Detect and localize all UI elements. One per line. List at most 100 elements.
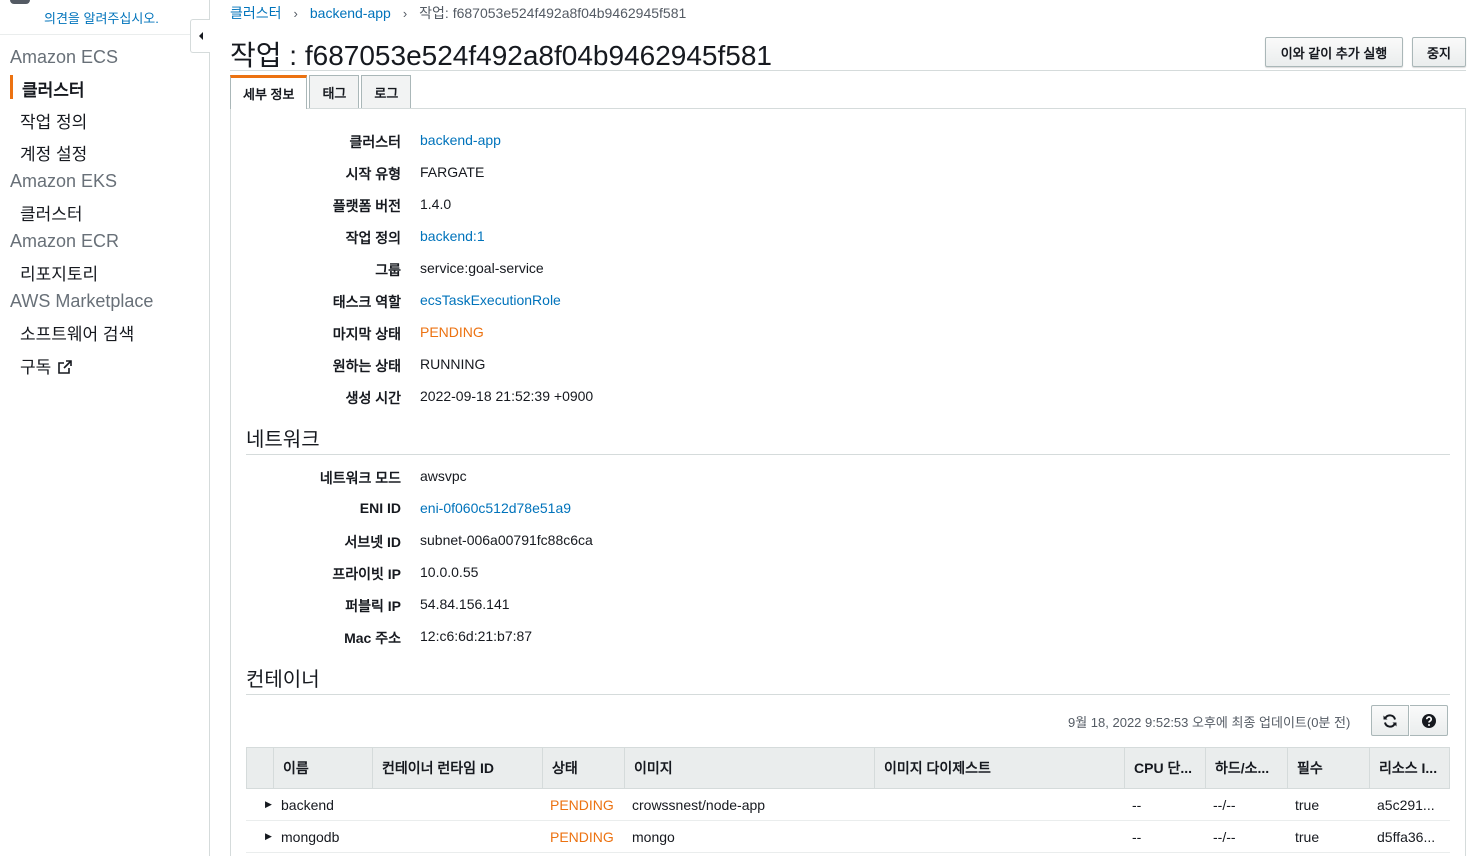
detail-label-cluster: 클러스터	[349, 134, 401, 150]
table-row: ▶ backend PENDING crowssnest/node-app --…	[246, 789, 1450, 821]
help-icon	[1421, 713, 1436, 728]
network-label-eni-id: ENI ID	[359, 500, 401, 516]
page-title: 작업 : f687053e524f492a8f04b9462945f581	[230, 40, 772, 71]
breadcrumb: 클러스터 › backend-app › 작업: f687053e524f492…	[230, 3, 686, 23]
help-button[interactable]	[1410, 705, 1448, 736]
refresh-icon	[1383, 713, 1397, 728]
sidebar-item-task-definitions[interactable]: 작업 정의	[20, 108, 87, 133]
nav-section-ecr: Amazon ECR	[10, 231, 120, 251]
sidebar-item-discover-software[interactable]: 소프트웨어 검색	[20, 320, 134, 345]
table-header: 이름 컨테이너 런타임 ID 상태 이미지 이미지 다이제스트 CPU 단...…	[246, 747, 1450, 789]
caret-right-icon: ▶	[265, 799, 272, 809]
caret-right-icon: ▶	[265, 831, 272, 841]
breadcrumb-backend-app[interactable]: backend-app	[310, 5, 391, 21]
cell-name: mongodb	[281, 828, 340, 845]
column-header-image-digest[interactable]: 이미지 다이제스트	[874, 748, 1124, 788]
feedback-link[interactable]: 의견을 알려주십시오.	[44, 8, 159, 27]
external-link-icon	[57, 359, 73, 380]
column-header-resource-id[interactable]: 리소스 I...	[1369, 748, 1449, 788]
detail-label-platform-version: 플랫폼 버전	[332, 198, 401, 214]
sidebar-divider	[0, 34, 209, 35]
network-label-subnet-id: 서브넷 ID	[344, 534, 401, 550]
column-header-runtime-id[interactable]: 컨테이너 런타임 ID	[372, 748, 542, 788]
column-header-essential[interactable]: 필수	[1287, 748, 1369, 788]
detail-label-last-status: 마지막 상태	[332, 326, 401, 342]
tab-logs[interactable]: 로그	[361, 75, 412, 108]
network-value-private-ip: 10.0.0.55	[420, 564, 479, 580]
containers-section-title: 컨테이너	[246, 669, 320, 691]
cell-cpu: --	[1132, 796, 1142, 813]
expand-row-button[interactable]: ▶	[246, 821, 272, 852]
column-header-image[interactable]: 이미지	[624, 748, 874, 788]
collapse-sidebar-button[interactable]	[190, 19, 210, 53]
detail-label-group: 그룹	[375, 262, 401, 278]
sidebar-item-clusters[interactable]: 클러스터	[22, 76, 85, 101]
cell-resource-id: a5c291...	[1377, 796, 1435, 813]
network-label-public-ip: 퍼블릭 IP	[345, 598, 401, 614]
detail-value-task-role[interactable]: ecsTaskExecutionRole	[420, 292, 561, 308]
detail-value-desired-status: RUNNING	[420, 356, 486, 372]
caret-left-icon	[198, 32, 203, 40]
breadcrumb-clusters[interactable]: 클러스터	[230, 3, 282, 23]
expand-row-button[interactable]: ▶	[246, 789, 272, 820]
table-row: ▶ mongodb PENDING mongo -- --/-- true d5…	[246, 821, 1450, 853]
refresh-button[interactable]	[1371, 705, 1409, 736]
network-label-private-ip: 프라이빗 IP	[332, 566, 401, 582]
network-divider	[246, 454, 1450, 455]
detail-value-task-definition[interactable]: backend:1	[420, 228, 485, 244]
column-header-name[interactable]: 이름	[273, 748, 372, 788]
cell-resource-id: d5ffa36...	[1377, 828, 1436, 845]
network-label-mode: 네트워크 모드	[319, 470, 401, 486]
network-value-eni-id[interactable]: eni-0f060c512d78e51a9	[420, 500, 571, 516]
sidebar-item-eks-clusters[interactable]: 클러스터	[20, 200, 83, 225]
detail-label-created-at: 생성 시간	[345, 390, 401, 406]
sidebar-item-subscriptions[interactable]: 구독	[20, 353, 73, 380]
network-section-title: 네트워크	[246, 429, 320, 451]
tab-bar: 세부 정보 태그 로그	[230, 75, 413, 109]
user-icon	[10, 0, 30, 4]
cell-essential: true	[1295, 828, 1320, 845]
detail-label-launch-type: 시작 유형	[345, 166, 401, 182]
network-value-public-ip: 54.84.156.141	[420, 596, 510, 612]
details-panel	[230, 108, 1466, 856]
stop-button[interactable]: 중지	[1412, 37, 1466, 67]
detail-label-task-definition: 작업 정의	[345, 230, 401, 246]
cell-memory: --/--	[1213, 796, 1236, 813]
containers-table: 이름 컨테이너 런타임 ID 상태 이미지 이미지 다이제스트 CPU 단...…	[246, 747, 1450, 853]
cell-runtime-id	[371, 789, 541, 820]
active-indicator	[10, 75, 13, 99]
title-divider	[230, 70, 1466, 71]
cell-cpu: --	[1132, 828, 1142, 845]
detail-value-created-at: 2022-09-18 21:52:39 +0900	[420, 388, 594, 404]
cell-status: PENDING	[550, 796, 614, 813]
detail-value-platform-version: 1.4.0	[420, 196, 452, 212]
detail-label-desired-status: 원하는 상태	[332, 358, 401, 374]
run-more-like-this-button[interactable]: 이와 같이 추가 실행	[1265, 37, 1403, 67]
sidebar-item-account-settings[interactable]: 계정 설정	[20, 140, 87, 165]
detail-label-task-role: 태스크 역할	[332, 294, 401, 310]
cell-runtime-id	[371, 821, 541, 852]
nav-section-eks: Amazon EKS	[10, 171, 118, 191]
column-header-cpu[interactable]: CPU 단...	[1124, 748, 1205, 788]
breadcrumb-current: 작업: f687053e524f492a8f04b9462945f581	[419, 5, 687, 21]
network-value-subnet-id: subnet-006a00791fc88c6ca	[420, 532, 593, 548]
chevron-right-icon: ›	[402, 5, 408, 21]
cell-image: crowssnest/node-app	[632, 796, 766, 813]
network-label-mac-address: Mac 주소	[344, 630, 401, 646]
tab-details[interactable]: 세부 정보	[230, 75, 308, 109]
detail-value-last-status: PENDING	[420, 324, 484, 340]
column-header-memory[interactable]: 하드/소...	[1205, 748, 1287, 788]
cell-name: backend	[281, 796, 334, 813]
detail-value-cluster[interactable]: backend-app	[420, 132, 501, 148]
cell-digest	[873, 821, 1123, 852]
chevron-right-icon: ›	[293, 5, 298, 21]
tab-tags[interactable]: 태그	[309, 75, 360, 108]
containers-divider	[246, 694, 1450, 695]
last-updated-text: 9월 18, 2022 9:52:53 오후에 최종 업데이트(0분 전)	[1068, 715, 1351, 730]
cell-status: PENDING	[550, 828, 614, 845]
column-header-status[interactable]: 상태	[542, 748, 624, 788]
column-header-expand	[247, 748, 273, 788]
cell-essential: true	[1295, 796, 1320, 813]
sidebar-item-repositories[interactable]: 리포지토리	[20, 260, 98, 285]
nav-section-marketplace: AWS Marketplace	[10, 291, 154, 311]
